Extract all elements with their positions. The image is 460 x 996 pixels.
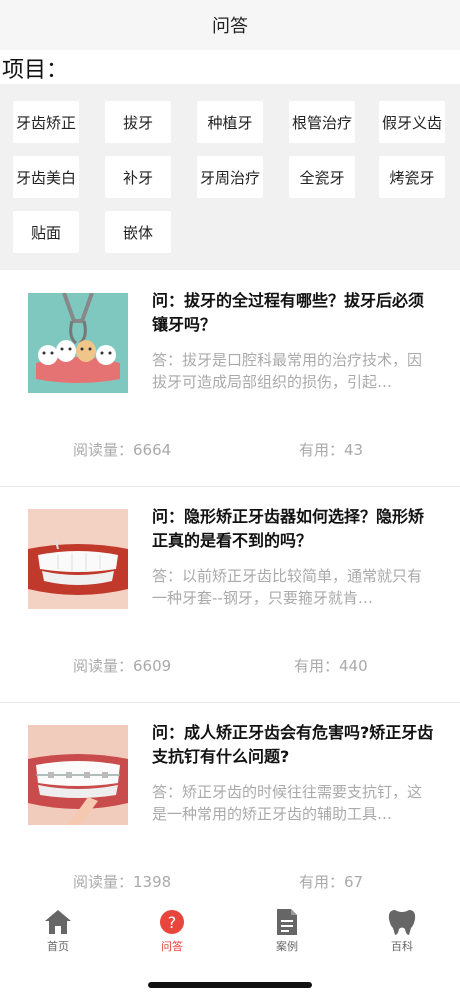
tooth-icon bbox=[372, 908, 432, 936]
home-icon bbox=[28, 908, 88, 936]
document-icon bbox=[257, 908, 317, 936]
tab-label: 问答 bbox=[161, 940, 183, 953]
article-card[interactable]: 问：成人矫正牙齿会有危害吗?矫正牙齿支抗钉有什么问题? 答：矫正牙齿的时候往往需… bbox=[0, 703, 460, 919]
tab-wiki[interactable]: 百科 bbox=[372, 908, 432, 954]
useful-count: 有用：43 bbox=[299, 441, 364, 459]
read-count: 阅读量：6664 bbox=[73, 441, 172, 459]
tag-panel: 牙齿矫正 拔牙 种植牙 根管治疗 假牙义齿 牙齿美白 补牙 牙周治疗 全瓷牙 烤… bbox=[0, 84, 460, 270]
tag-item[interactable]: 牙周治疗 bbox=[197, 156, 263, 198]
tag-item[interactable]: 全瓷牙 bbox=[289, 156, 355, 198]
tab-label: 首页 bbox=[47, 940, 69, 953]
tag-item[interactable]: 种植牙 bbox=[197, 101, 263, 143]
page-title: 问答 bbox=[212, 16, 248, 37]
tag-item[interactable]: 拔牙 bbox=[105, 101, 171, 143]
tab-home[interactable]: 首页 bbox=[28, 908, 88, 954]
tag-item[interactable]: 嵌体 bbox=[105, 211, 171, 253]
article-answer: 答：拔牙是口腔科最常用的治疗技术，因拔牙可造成局部组织的损伤，引起… bbox=[152, 351, 423, 391]
useful-count: 有用：440 bbox=[294, 657, 368, 675]
read-count: 阅读量：6609 bbox=[73, 657, 172, 675]
article-question: 问：拔牙的全过程有哪些？拔牙后必须镶牙吗？ bbox=[152, 291, 425, 334]
useful-count: 有用：67 bbox=[299, 873, 364, 891]
read-count: 阅读量：1398 bbox=[73, 873, 172, 891]
tag-item[interactable]: 烤瓷牙 bbox=[379, 156, 445, 198]
article-card[interactable]: 问：拔牙的全过程有哪些？拔牙后必须镶牙吗？ 答：拔牙是口腔科最常用的治疗技术，因… bbox=[0, 271, 460, 487]
article-answer: 答：矫正牙齿的时候往往需要支抗钉，这是一种常用的矫正牙齿的辅助工具… bbox=[152, 783, 423, 823]
article-card[interactable]: 问：隐形矫正牙齿器如何选择？隐形矫正真的是看不到的吗？ 答：以前矫正牙齿比较简单… bbox=[0, 487, 460, 703]
article-question: 问：隐形矫正牙齿器如何选择？隐形矫正真的是看不到的吗？ bbox=[152, 507, 425, 550]
tag-item[interactable]: 假牙义齿 bbox=[379, 101, 445, 143]
tag-item[interactable]: 补牙 bbox=[105, 156, 171, 198]
tag-item[interactable]: 牙齿矫正 bbox=[13, 101, 79, 143]
tag-item[interactable]: 牙齿美白 bbox=[13, 156, 79, 198]
article-thumbnail bbox=[28, 725, 128, 825]
tab-label: 百科 bbox=[391, 940, 413, 953]
home-indicator bbox=[148, 982, 312, 988]
article-thumbnail bbox=[28, 293, 128, 393]
tag-item[interactable]: 贴面 bbox=[13, 211, 79, 253]
tab-cases[interactable]: 案例 bbox=[257, 908, 317, 954]
question-icon: ? bbox=[142, 908, 202, 936]
tab-label: 案例 bbox=[276, 940, 298, 953]
article-question: 问：成人矫正牙齿会有危害吗?矫正牙齿支抗钉有什么问题? bbox=[152, 723, 434, 766]
nav-bar: 问答 bbox=[0, 0, 460, 50]
article-answer: 答：以前矫正牙齿比较简单，通常就只有一种牙套--钢牙，只要箍牙就肯… bbox=[152, 567, 423, 607]
tag-item[interactable]: 根管治疗 bbox=[289, 101, 355, 143]
article-thumbnail bbox=[28, 509, 128, 609]
svg-text:?: ? bbox=[168, 913, 177, 932]
tab-qa[interactable]: ? 问答 bbox=[142, 908, 202, 954]
section-label: 项目： bbox=[2, 58, 69, 83]
